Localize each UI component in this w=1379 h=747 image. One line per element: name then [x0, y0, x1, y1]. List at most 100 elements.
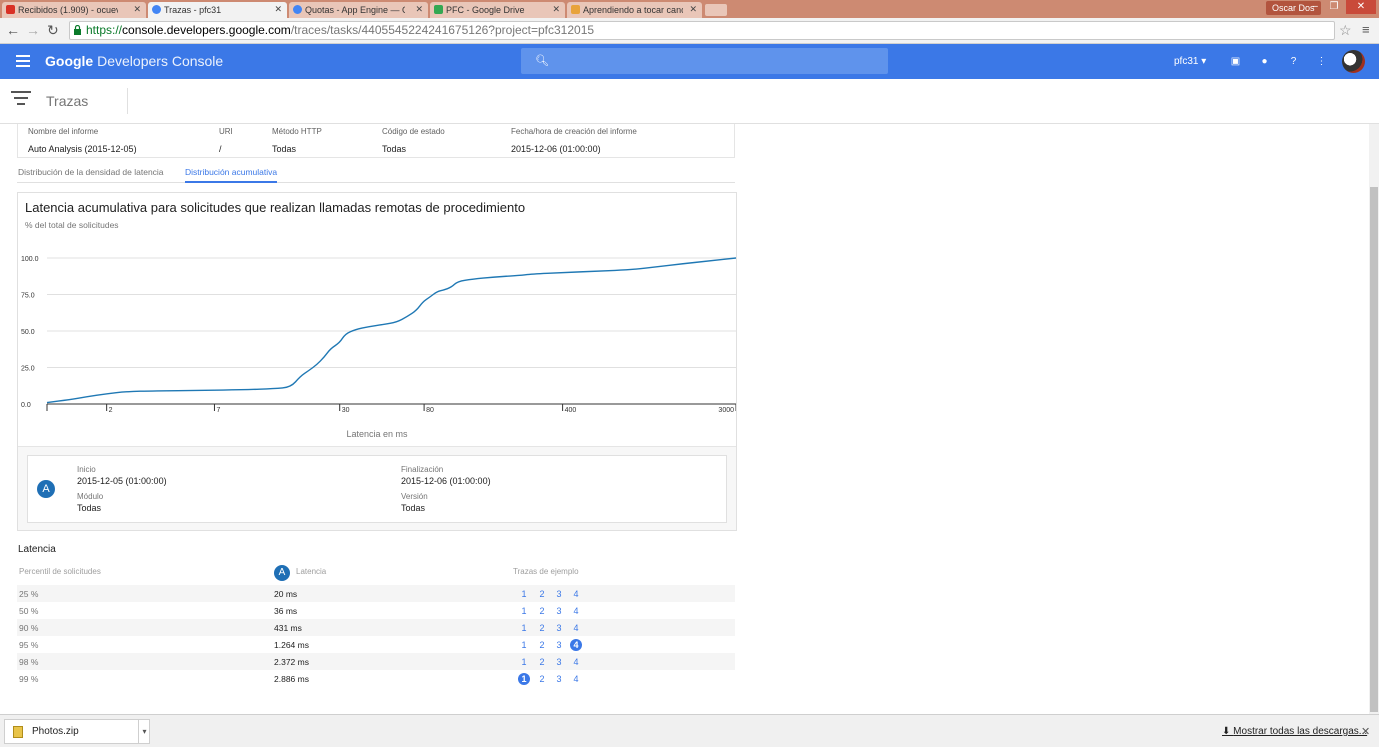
reload-icon[interactable]: ↻ [47, 22, 59, 39]
more-vert-icon[interactable]: ⋮ [1316, 56, 1327, 67]
latency-value: 1.264 ms [274, 640, 309, 650]
example-trace-link[interactable]: 1 [518, 588, 530, 600]
browser-tab-quotas[interactable]: Quotas - App Engine — G ✕ [289, 2, 428, 18]
module-value: Todas [77, 503, 102, 513]
example-trace-link[interactable]: 1 [518, 656, 530, 668]
avatar[interactable] [1342, 50, 1365, 73]
example-trace-link[interactable]: 2 [536, 622, 548, 634]
close-icon[interactable]: ✕ [133, 4, 141, 15]
filter-header-report: Nombre del informe [28, 127, 99, 136]
example-trace-link[interactable]: 4 [570, 605, 582, 617]
latency-series-badge: A [274, 565, 290, 581]
example-trace-link[interactable]: 1 [518, 673, 530, 685]
latency-value: 2.372 ms [274, 657, 309, 667]
example-trace-link[interactable]: 2 [536, 605, 548, 617]
latency-value: 2.886 ms [274, 674, 309, 684]
example-trace-link[interactable]: 1 [518, 605, 530, 617]
example-trace-link[interactable]: 4 [570, 588, 582, 600]
browser-menu-icon[interactable]: ≡ [1362, 22, 1370, 37]
example-trace-link[interactable]: 2 [536, 673, 548, 685]
example-trace-link[interactable]: 1 [518, 639, 530, 651]
latency-row: 25 % 20 ms 1 2 3 4 [17, 585, 735, 602]
filter-value-method: Todas [272, 144, 297, 154]
filter-header-uri: URI [219, 127, 233, 136]
chart-card: Latencia acumulativa para solicitudes qu… [17, 192, 737, 531]
example-trace-link[interactable]: 3 [553, 673, 565, 685]
x-tick-label: 3000 [718, 407, 734, 414]
main-content: Nombre del informe URI Método HTTP Códig… [0, 124, 1369, 714]
project-selector[interactable]: pfc31 ▾ [1174, 56, 1206, 67]
help-icon[interactable]: ? [1288, 56, 1299, 67]
latency-percentile: 25 % [19, 589, 39, 599]
example-trace-link[interactable]: 2 [536, 656, 548, 668]
close-icon[interactable]: ✕ [415, 4, 423, 15]
new-tab-button[interactable] [705, 4, 727, 16]
page-scrollbar[interactable] [1369, 124, 1379, 714]
example-trace-link[interactable]: 4 [570, 673, 582, 685]
example-trace-link[interactable]: 4 [570, 622, 582, 634]
example-trace-link[interactable]: 3 [553, 639, 565, 651]
close-icon[interactable]: ✕ [1361, 725, 1370, 738]
restore-icon[interactable]: ❐ [1326, 0, 1342, 14]
example-trace-link[interactable]: 3 [553, 656, 565, 668]
chart-title: Latencia acumulativa para solicitudes qu… [25, 200, 526, 215]
series-line [46, 257, 736, 404]
notifications-icon[interactable]: ● [1259, 56, 1270, 67]
page-header: Trazas [0, 79, 1379, 124]
minimize-icon[interactable]: – [1307, 0, 1323, 14]
zip-file-icon [13, 726, 23, 738]
back-icon[interactable]: ← [6, 22, 20, 38]
example-trace-link[interactable]: 4 [570, 639, 582, 651]
y-tick-label: 50.0 [21, 329, 35, 336]
search-input[interactable]: 🔍︎ [521, 48, 888, 74]
bookmark-star-icon[interactable]: ☆ [1339, 22, 1352, 39]
browser-tab-trazas[interactable]: Trazas - pfc31 ✕ [148, 2, 287, 18]
time-range-box: A Inicio 2015-12-05 (01:00:00) Módulo To… [27, 455, 727, 523]
filter-value-status: Todas [382, 144, 407, 154]
y-tick-label: 75.0 [21, 293, 35, 300]
example-trace-link[interactable]: 3 [553, 622, 565, 634]
browser-tab-drive[interactable]: PFC - Google Drive ✕ [430, 2, 565, 18]
cumulative-latency-chart: 0.0 25.0 50.0 75.0 100.0 2 7 30 80 400 3000 [21, 256, 736, 414]
latency-header-latency: Latencia [296, 567, 327, 576]
tab-density[interactable]: Distribución de la densidad de latencia [18, 167, 164, 181]
filter-value-report: Auto Analysis (2015-12-05) [28, 144, 137, 154]
console-brand[interactable]: Google Developers Console [45, 53, 223, 69]
console-app-bar: Google Developers Console 🔍︎ pfc31 ▾ ▣ ●… [0, 44, 1379, 79]
download-options-icon[interactable]: ▾ [138, 720, 150, 743]
scrollbar-thumb[interactable] [1370, 187, 1378, 712]
y-tick-label: 100.0 [21, 256, 39, 263]
example-trace-link[interactable]: 2 [536, 588, 548, 600]
chart-tabs: Distribución de la densidad de latencia … [17, 164, 735, 183]
latency-value: 20 ms [274, 589, 298, 599]
chart-xlabel: Latencia en ms [346, 429, 408, 439]
cloud-shell-icon[interactable]: ▣ [1230, 56, 1241, 67]
example-trace-link[interactable]: 4 [570, 656, 582, 668]
latency-header-percentile: Percentil de solicitudes [19, 567, 101, 576]
latency-row: 90 % 431 ms 1 2 3 4 [17, 619, 735, 636]
download-item[interactable]: Photos.zip ▾ [4, 719, 150, 744]
report-filter-table: Nombre del informe URI Método HTTP Códig… [17, 124, 735, 158]
close-window-icon[interactable]: ✕ [1346, 0, 1376, 14]
latency-row: 50 % 36 ms 1 2 3 4 [17, 602, 735, 619]
tab-cumulative[interactable]: Distribución acumulativa [185, 167, 278, 183]
close-icon[interactable]: ✕ [552, 4, 560, 15]
close-icon[interactable]: ✕ [689, 4, 697, 15]
latency-percentile: 99 % [19, 674, 39, 684]
example-trace-link[interactable]: 2 [536, 639, 548, 651]
latency-header-traces: Trazas de ejemplo [513, 567, 579, 576]
lock-icon [74, 25, 81, 35]
latency-percentile: 90 % [19, 623, 39, 633]
latency-section-title: Latencia [18, 544, 56, 555]
show-all-downloads-link[interactable]: ⬇ Mostrar todas las descargas... [1222, 726, 1367, 737]
url-field[interactable]: https://console.developers.google.com/tr… [69, 21, 1335, 40]
hamburger-menu-icon[interactable] [16, 55, 30, 67]
example-trace-link[interactable]: 3 [553, 588, 565, 600]
search-icon: 🔍︎ [535, 55, 549, 67]
forward-icon[interactable]: → [26, 22, 40, 38]
close-icon[interactable]: ✕ [274, 4, 282, 15]
browser-tab-gmail[interactable]: Recibidos (1.909) - ocueva ✕ [2, 2, 146, 18]
example-trace-link[interactable]: 3 [553, 605, 565, 617]
browser-tab-aprendiendo[interactable]: Aprendiendo a tocar canc ✕ [567, 2, 702, 18]
example-trace-link[interactable]: 1 [518, 622, 530, 634]
